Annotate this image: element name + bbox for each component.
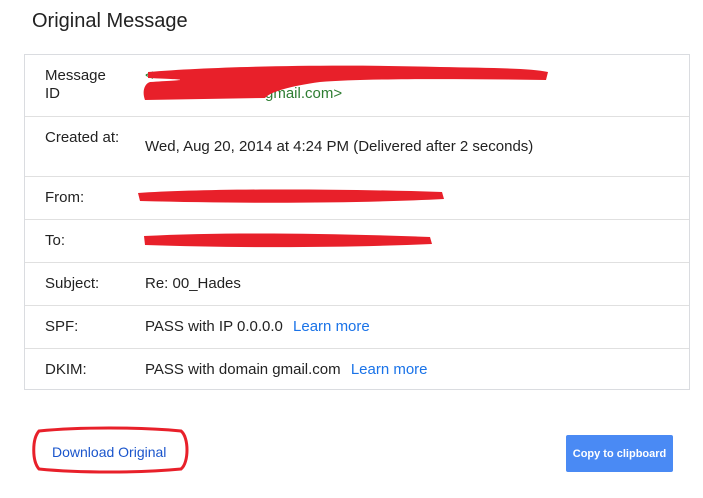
from-label: From: — [45, 189, 85, 206]
spf-result: PASS with IP 0.0.0.0 — [145, 318, 283, 335]
copy-to-clipboard-button[interactable]: Copy to clipboard — [566, 435, 673, 472]
dkim-value: PASS with domain gmail.com Learn more — [145, 361, 428, 379]
dkim-result: PASS with domain gmail.com — [145, 361, 341, 378]
message-id-prefix: < — [145, 67, 154, 84]
page-title: Original Message — [32, 10, 188, 32]
download-original-link[interactable]: Download Original — [52, 444, 166, 460]
row-from: From: — [25, 177, 689, 220]
spf-value: PASS with IP 0.0.0.0 Learn more — [145, 318, 370, 336]
created-at-label: Created at: — [45, 129, 120, 146]
subject-value: Re: 00_Hades — [145, 275, 241, 292]
subject-label: Subject: — [45, 275, 100, 292]
row-subject: Subject: Re: 00_Hades — [25, 263, 689, 306]
row-spf: SPF: PASS with IP 0.0.0.0 Learn more — [25, 306, 689, 349]
spf-learn-more-link[interactable]: Learn more — [293, 318, 370, 335]
row-created-at: Created at: Wed, Aug 20, 2014 at 4:24 PM… — [25, 117, 689, 177]
dkim-learn-more-link[interactable]: Learn more — [351, 361, 428, 378]
dkim-label: DKIM: — [45, 361, 87, 378]
message-id-label: Message ID — [45, 67, 106, 102]
row-to: To: — [25, 220, 689, 263]
row-dkim: DKIM: PASS with domain gmail.com Learn m… — [25, 349, 689, 391]
spf-label: SPF: — [45, 318, 79, 335]
created-at-value: Wed, Aug 20, 2014 at 4:24 PM (Delivered … — [145, 138, 534, 155]
message-id-suffix: gmail.com> — [265, 85, 343, 102]
to-label: To: — [45, 232, 66, 249]
message-id-value[interactable]: < gmail.com> — [145, 67, 342, 103]
row-message-id: Message ID < gmail.com> — [25, 55, 689, 117]
message-details-table: Message ID < gmail.com> Created at: Wed,… — [24, 54, 690, 390]
